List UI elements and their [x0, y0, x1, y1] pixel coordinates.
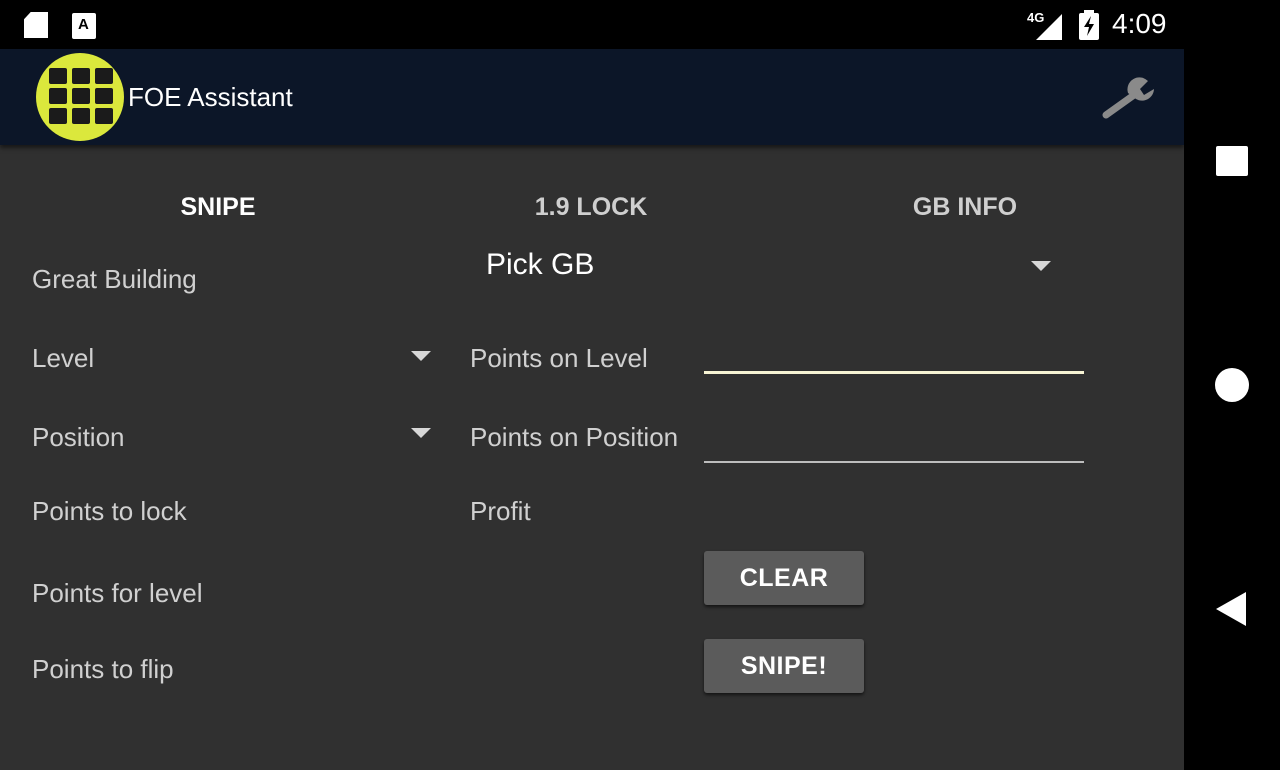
- snipe-button[interactable]: SNIPE!: [704, 639, 864, 693]
- app-title: FOE Assistant: [128, 82, 293, 112]
- great-building-label: Great Building: [32, 264, 197, 294]
- great-building-spinner[interactable]: Pick GB: [486, 248, 594, 282]
- main-content: SNIPE 1.9 LOCK GB INFO Great Building Pi…: [0, 145, 1184, 770]
- navigation-bar: [1184, 0, 1280, 770]
- tab-1-9-lock[interactable]: 1.9 LOCK: [491, 193, 691, 222]
- points-for-level-label: Points for level: [32, 578, 203, 608]
- points-on-level-input[interactable]: [704, 334, 1088, 374]
- clear-button[interactable]: CLEAR: [704, 551, 864, 605]
- clock: 4:09: [1112, 8, 1167, 39]
- great-building-dropdown-icon[interactable]: [1031, 261, 1051, 271]
- app-bar: FOE Assistant: [0, 49, 1184, 145]
- status-bar: A 4G 4:09: [0, 0, 1184, 49]
- sd-card-icon: [24, 12, 48, 38]
- points-on-level-label: Points on Level: [470, 343, 648, 373]
- points-on-position-label: Points on Position: [470, 422, 679, 452]
- position-label[interactable]: Position: [32, 422, 125, 453]
- tab-snipe[interactable]: SNIPE: [118, 193, 318, 222]
- a-notification-icon: A: [72, 13, 96, 39]
- level-dropdown-icon[interactable]: [411, 351, 431, 361]
- grid-logo-icon[interactable]: [36, 53, 124, 141]
- recent-apps-icon[interactable]: [1216, 146, 1248, 176]
- back-icon[interactable]: [1216, 592, 1246, 626]
- points-on-position-field[interactable]: [704, 423, 1088, 463]
- points-to-lock-label: Points to lock: [32, 496, 187, 526]
- battery-charging-icon: [1079, 10, 1099, 40]
- signal-icon: [1036, 14, 1062, 40]
- level-label[interactable]: Level: [32, 343, 94, 374]
- position-dropdown-icon[interactable]: [411, 428, 431, 438]
- profit-label: Profit: [470, 496, 531, 526]
- points-to-flip-label: Points to flip: [32, 654, 174, 684]
- points-on-position-input[interactable]: [704, 423, 1088, 463]
- points-on-level-field[interactable]: [704, 334, 1088, 374]
- tab-gb-info[interactable]: GB INFO: [865, 193, 1065, 222]
- home-icon[interactable]: [1215, 368, 1249, 402]
- wrench-icon[interactable]: [1098, 75, 1158, 119]
